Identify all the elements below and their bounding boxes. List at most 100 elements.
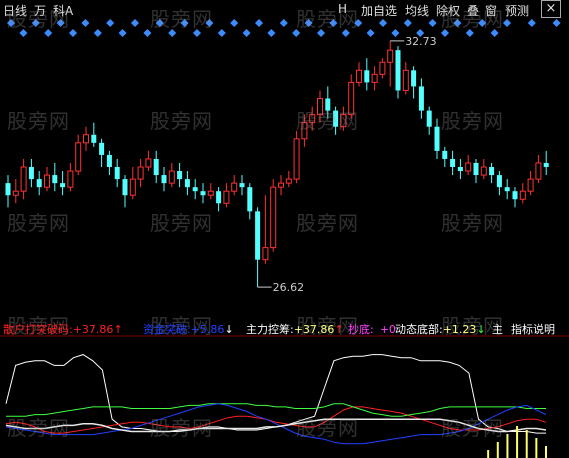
signal-diamond <box>81 19 90 27</box>
signal-diamond <box>465 29 474 37</box>
indicator-retail-value: +37.86 <box>72 323 114 336</box>
candle-body-up <box>465 162 472 172</box>
signal-diamond <box>230 19 239 27</box>
candle-body-down <box>504 187 510 192</box>
forecast-button[interactable]: 预测 <box>505 2 529 19</box>
indicator-capital-label: 资金突破:+5.86↓ <box>143 321 234 337</box>
signal-diamond <box>56 19 65 27</box>
signal-diamond <box>217 29 226 37</box>
signal-diamond <box>428 19 437 27</box>
candle-body-up <box>270 186 277 249</box>
signal-diamond <box>19 29 28 37</box>
indicator-dynamic-bottom-value: +1.23 <box>442 323 477 336</box>
signal-diamond <box>7 19 15 27</box>
window-button[interactable]: 窗 <box>485 2 497 19</box>
candle-body-up <box>356 69 362 83</box>
candle-body-down <box>442 150 448 159</box>
candle-body-down <box>325 98 331 111</box>
indicator-capital-name: 资金突破: <box>143 323 191 336</box>
indicator-main-force-arrow: ↑ <box>334 323 344 336</box>
toolbar: 日线 万 科A H 加自选 均线 除权 叠 窗 预测 × <box>0 0 569 20</box>
candle-body-down <box>395 50 401 91</box>
signal-diamond <box>354 19 363 27</box>
low-price-label: 26.62 <box>273 281 305 294</box>
candle-body-down <box>434 126 440 151</box>
ex-rights-button[interactable]: 除权 <box>436 2 460 19</box>
retail-line <box>5 406 547 434</box>
moving-average-button[interactable]: 均线 <box>405 2 429 19</box>
candle-body-down <box>200 191 206 196</box>
candle-body-up <box>379 61 386 75</box>
indicator-capital-arrow: ↓ <box>224 323 234 336</box>
stock-name-part: 万 <box>34 4 47 18</box>
candle-body-up <box>527 178 534 192</box>
signal-diamond <box>205 19 214 27</box>
signal-diamond <box>69 29 77 37</box>
signal-diamond <box>267 29 276 37</box>
signal-diamond <box>441 29 449 37</box>
candle-body-up <box>371 73 378 83</box>
candle-body-up <box>223 190 230 204</box>
signal-diamond <box>490 29 499 37</box>
overlay-button[interactable]: 叠 <box>467 2 479 19</box>
green-line <box>6 403 546 417</box>
signal-diamond <box>453 19 462 27</box>
signal-diamond <box>143 29 152 37</box>
indicator-help-button[interactable]: 指标说明 <box>511 321 555 337</box>
close-icon[interactable]: × <box>541 0 561 18</box>
candle-body-down <box>5 183 11 196</box>
candle-body-down <box>153 158 159 176</box>
candle-body-up <box>535 162 542 180</box>
signal-diamond <box>279 19 288 27</box>
candle-body-down <box>255 211 261 260</box>
candle-body-down <box>106 154 112 168</box>
indicator-main-force-label: 主力控筹:+37.86↑ <box>246 321 344 337</box>
candle-body-down <box>36 179 42 188</box>
add-favorite-button[interactable]: 加自选 <box>361 2 397 19</box>
indicator-dynamic-bottom-name: 动态底部: <box>395 323 443 336</box>
history-button[interactable]: H <box>338 2 347 16</box>
candle-body-up <box>83 134 89 144</box>
signal-diamond <box>155 19 164 27</box>
signal-diamond <box>168 29 177 37</box>
candle-body-up <box>519 190 526 200</box>
signal-diamond <box>193 29 201 37</box>
indicator-bottom-fish-label: 抄底: +0 <box>348 321 396 337</box>
indicator-main-label: 主 <box>492 323 503 336</box>
signal-diamond <box>106 19 115 27</box>
candle-body-down <box>99 142 105 155</box>
signal-diamond <box>118 29 127 37</box>
candle-body-up <box>402 69 409 91</box>
signal-diamond <box>403 19 412 27</box>
candle-body-down <box>192 187 198 192</box>
candle-body-down <box>512 191 518 200</box>
candle-body-down <box>60 183 66 188</box>
indicator-dynamic-bottom-label: 动态底部:+1.23↓ <box>395 321 486 337</box>
candle-body-up <box>348 81 355 116</box>
candle-body-up <box>301 122 308 140</box>
candle-body-down <box>177 171 183 180</box>
stock-name-part: 科A <box>53 4 74 18</box>
candle-body-up <box>309 114 316 124</box>
candle-body-up <box>137 166 144 180</box>
candle-body-down <box>52 175 58 184</box>
candle-body-down <box>184 179 190 188</box>
candle-body-down <box>114 167 120 180</box>
signal-diamond <box>329 19 338 27</box>
signal-diamond <box>304 19 313 27</box>
candle-body-up <box>168 170 175 184</box>
candle-body-down <box>496 175 502 188</box>
candle-body-down <box>543 162 549 168</box>
indicator-lines <box>5 354 547 445</box>
candle-body-down <box>216 191 222 204</box>
candle-body-down <box>489 167 495 176</box>
period-daily-tab[interactable]: 日线 <box>3 2 27 19</box>
candle-body-up <box>12 190 19 196</box>
indicator-retail-name: 散户打突破码: <box>3 323 73 336</box>
indicator-main-force-name: 主力控筹: <box>246 323 294 336</box>
candle-body-down <box>411 70 417 87</box>
signal-diamond <box>527 19 536 27</box>
signal-diamond <box>391 29 400 37</box>
candle-body-up <box>129 178 136 196</box>
candle-body-down <box>247 187 253 212</box>
